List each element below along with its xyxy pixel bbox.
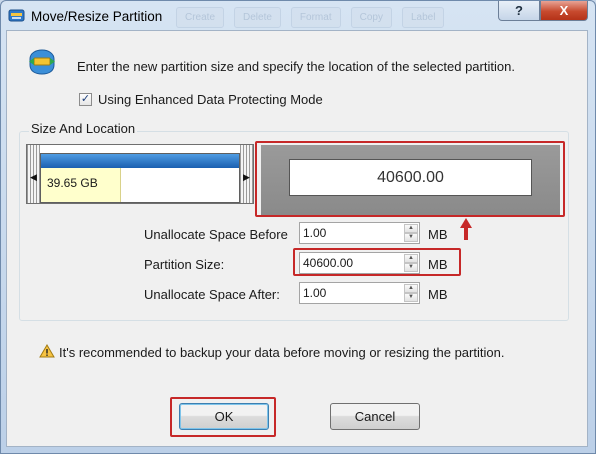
ghost-toolbar-item: Label [401, 7, 445, 28]
cancel-button[interactable]: Cancel [330, 403, 420, 430]
after-value[interactable]: 1.00 [303, 286, 326, 300]
dialog-title: Move/Resize Partition [31, 9, 163, 24]
before-value[interactable]: 1.00 [303, 226, 326, 240]
dialog-body: Enter the new partition size and specify… [6, 30, 588, 447]
zoom-highlight-box [255, 141, 565, 217]
before-label: Unallocate Space Before [144, 227, 288, 242]
left-resize-handle[interactable]: ◀ [30, 172, 37, 183]
help-button[interactable]: ? [498, 1, 540, 21]
ok-highlight-box [170, 397, 276, 437]
close-button[interactable]: X [540, 1, 588, 21]
before-decrement-icon[interactable]: ▼ [404, 233, 418, 242]
after-decrement-icon[interactable]: ▼ [404, 293, 418, 302]
background-toolbar: Create Delete Format Copy Label [176, 7, 445, 28]
title-bar[interactable]: Move/Resize Partition Create Delete Form… [1, 1, 595, 31]
partition-app-icon [8, 9, 25, 22]
before-spinbox[interactable]: 1.00 ▲ ▼ [299, 222, 420, 244]
disk-map[interactable]: 39.65 GB ◀ ▶ [26, 144, 254, 204]
ghost-toolbar-item: Format [290, 7, 341, 28]
size-highlight-box [293, 248, 461, 276]
instruction-text: Enter the new partition size and specify… [77, 59, 515, 74]
backup-warning-text: It's recommended to backup your data bef… [59, 345, 505, 360]
before-unit: MB [428, 227, 448, 242]
warning-icon [39, 344, 55, 358]
after-increment-icon[interactable]: ▲ [404, 284, 418, 293]
partition-color-bar [41, 154, 239, 168]
protect-mode-label[interactable]: Using Enhanced Data Protecting Mode [98, 92, 323, 107]
ghost-toolbar-item: Copy [350, 7, 392, 28]
move-resize-icon [29, 49, 55, 75]
after-label: Unallocate Space After: [144, 287, 280, 302]
right-resize-handle[interactable]: ▶ [243, 172, 250, 183]
ghost-toolbar-item: Delete [234, 7, 281, 28]
size-location-title: Size And Location [29, 121, 138, 136]
after-unit: MB [428, 287, 448, 302]
partition-size-label: 39.65 GB [47, 176, 98, 190]
annotation-arrow-icon [460, 218, 472, 240]
before-increment-icon[interactable]: ▲ [404, 224, 418, 233]
ghost-toolbar-item: Create [176, 7, 225, 28]
after-spinbox[interactable]: 1.00 ▲ ▼ [299, 282, 420, 304]
size-label: Partition Size: [144, 257, 225, 272]
partition-block[interactable]: 39.65 GB [40, 153, 240, 203]
protect-mode-checkbox[interactable]: ✓ [79, 93, 92, 106]
